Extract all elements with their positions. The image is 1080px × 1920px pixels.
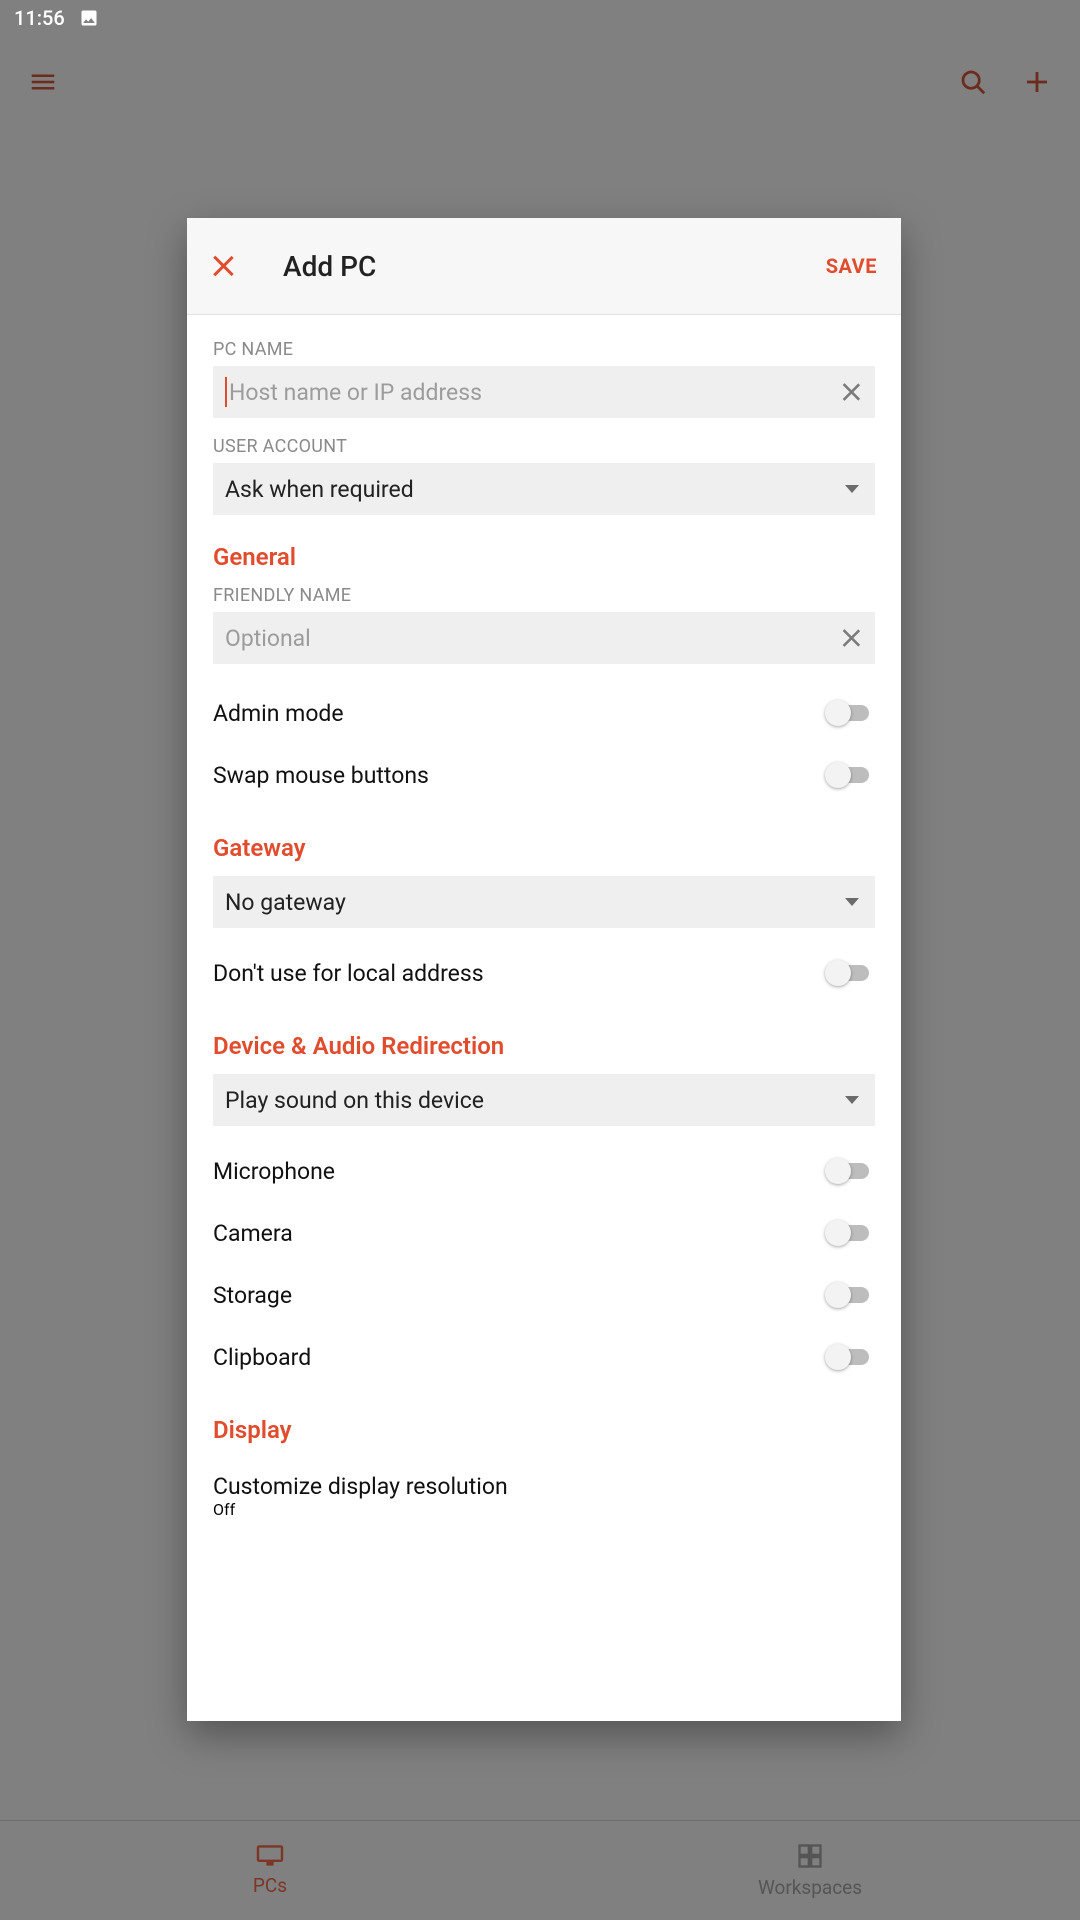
audio-select[interactable]: Play sound on this device <box>213 1074 875 1126</box>
chevron-down-icon <box>845 485 859 493</box>
dialog-title: Add PC <box>283 250 376 283</box>
row-custom-display[interactable]: Customize display resolution Off <box>213 1458 875 1534</box>
user-account-select[interactable]: Ask when required <box>213 463 875 515</box>
row-admin-mode[interactable]: Admin mode <box>213 682 875 744</box>
row-clipboard[interactable]: Clipboard <box>213 1326 875 1388</box>
friendly-name-input[interactable] <box>225 625 839 652</box>
swap-mouse-toggle[interactable] <box>825 760 875 790</box>
row-microphone-label: Microphone <box>213 1158 335 1185</box>
row-storage-label: Storage <box>213 1282 292 1309</box>
no-local-gateway-toggle[interactable] <box>825 958 875 988</box>
microphone-toggle[interactable] <box>825 1156 875 1186</box>
row-no-local-gateway[interactable]: Don't use for local address <box>213 942 875 1004</box>
row-custom-display-label: Customize display resolution <box>213 1473 875 1500</box>
clear-icon[interactable] <box>841 628 861 648</box>
pc-name-field[interactable] <box>213 366 875 418</box>
row-camera-label: Camera <box>213 1220 293 1247</box>
pc-name-label: PC NAME <box>213 339 875 360</box>
row-custom-display-value: Off <box>213 1500 875 1519</box>
row-swap-mouse[interactable]: Swap mouse buttons <box>213 744 875 806</box>
row-storage[interactable]: Storage <box>213 1264 875 1326</box>
admin-mode-toggle[interactable] <box>825 698 875 728</box>
friendly-name-label: FRIENDLY NAME <box>213 585 875 606</box>
audio-value: Play sound on this device <box>225 1087 845 1114</box>
section-display: Display <box>213 1416 875 1444</box>
section-gateway: Gateway <box>213 834 875 862</box>
gateway-select[interactable]: No gateway <box>213 876 875 928</box>
storage-toggle[interactable] <box>825 1280 875 1310</box>
section-device-audio: Device & Audio Redirection <box>213 1032 875 1060</box>
clipboard-toggle[interactable] <box>825 1342 875 1372</box>
dialog-header: Add PC SAVE <box>187 218 901 315</box>
row-admin-mode-label: Admin mode <box>213 700 344 727</box>
gateway-value: No gateway <box>225 889 845 916</box>
row-no-local-gateway-label: Don't use for local address <box>213 960 484 987</box>
user-account-label: USER ACCOUNT <box>213 436 875 457</box>
close-icon[interactable] <box>211 254 235 278</box>
clear-icon[interactable] <box>841 382 861 402</box>
save-button[interactable]: SAVE <box>826 254 877 278</box>
row-microphone[interactable]: Microphone <box>213 1140 875 1202</box>
chevron-down-icon <box>845 898 859 906</box>
chevron-down-icon <box>845 1096 859 1104</box>
add-pc-dialog: Add PC SAVE PC NAME USER ACCOUNT Ask whe… <box>187 218 901 1721</box>
row-camera[interactable]: Camera <box>213 1202 875 1264</box>
row-swap-mouse-label: Swap mouse buttons <box>213 762 429 789</box>
camera-toggle[interactable] <box>825 1218 875 1248</box>
friendly-name-field[interactable] <box>213 612 875 664</box>
dialog-body: PC NAME USER ACCOUNT Ask when required G… <box>187 315 901 1721</box>
user-account-value: Ask when required <box>225 476 845 503</box>
row-clipboard-label: Clipboard <box>213 1344 311 1371</box>
section-general: General <box>213 543 875 571</box>
pc-name-input[interactable] <box>225 377 839 407</box>
